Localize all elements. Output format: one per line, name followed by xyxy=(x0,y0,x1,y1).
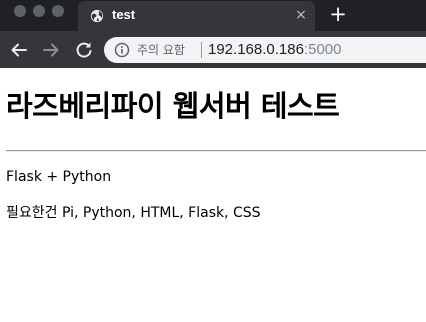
minimize-window-button[interactable] xyxy=(33,5,45,17)
page-title: 라즈베리파이 웹서버 테스트 xyxy=(6,89,340,123)
address-bar[interactable]: 주의 요함 192.168.0.186:5000 xyxy=(104,37,426,63)
url-port: :5000 xyxy=(303,41,342,58)
browser-window: test × + 주의 요함 192.168.0.186:5000 라즈베리파이… xyxy=(0,0,426,322)
url-host: 192.168.0.186 xyxy=(208,41,304,58)
tab-title: test xyxy=(112,7,136,22)
url-text[interactable]: 192.168.0.186:5000 xyxy=(208,41,341,59)
close-window-button[interactable] xyxy=(14,5,26,17)
info-icon[interactable] xyxy=(114,42,130,58)
tab-strip: test × + xyxy=(0,0,426,31)
page-content: 라즈베리파이 웹서버 테스트 Flask + Python 필요한건 Pi, P… xyxy=(0,68,426,322)
paragraph-requirements: 필요한건 Pi, Python, HTML, Flask, CSS xyxy=(6,205,261,221)
security-warning-label[interactable]: 주의 요함 xyxy=(137,42,185,58)
address-bar-divider xyxy=(201,42,202,58)
new-tab-button[interactable]: + xyxy=(327,4,349,26)
paragraph-stack: Flask + Python xyxy=(6,169,112,185)
maximize-window-button[interactable] xyxy=(52,5,64,17)
tab-test[interactable]: test × xyxy=(78,1,315,31)
browser-toolbar: 주의 요함 192.168.0.186:5000 xyxy=(0,31,426,68)
arrow-left-icon[interactable] xyxy=(8,39,30,61)
globe-icon xyxy=(90,9,104,23)
arrow-right-icon[interactable] xyxy=(40,39,62,61)
tab-close-icon[interactable]: × xyxy=(293,7,309,23)
horizontal-rule xyxy=(6,150,426,152)
reload-icon[interactable] xyxy=(73,39,95,61)
